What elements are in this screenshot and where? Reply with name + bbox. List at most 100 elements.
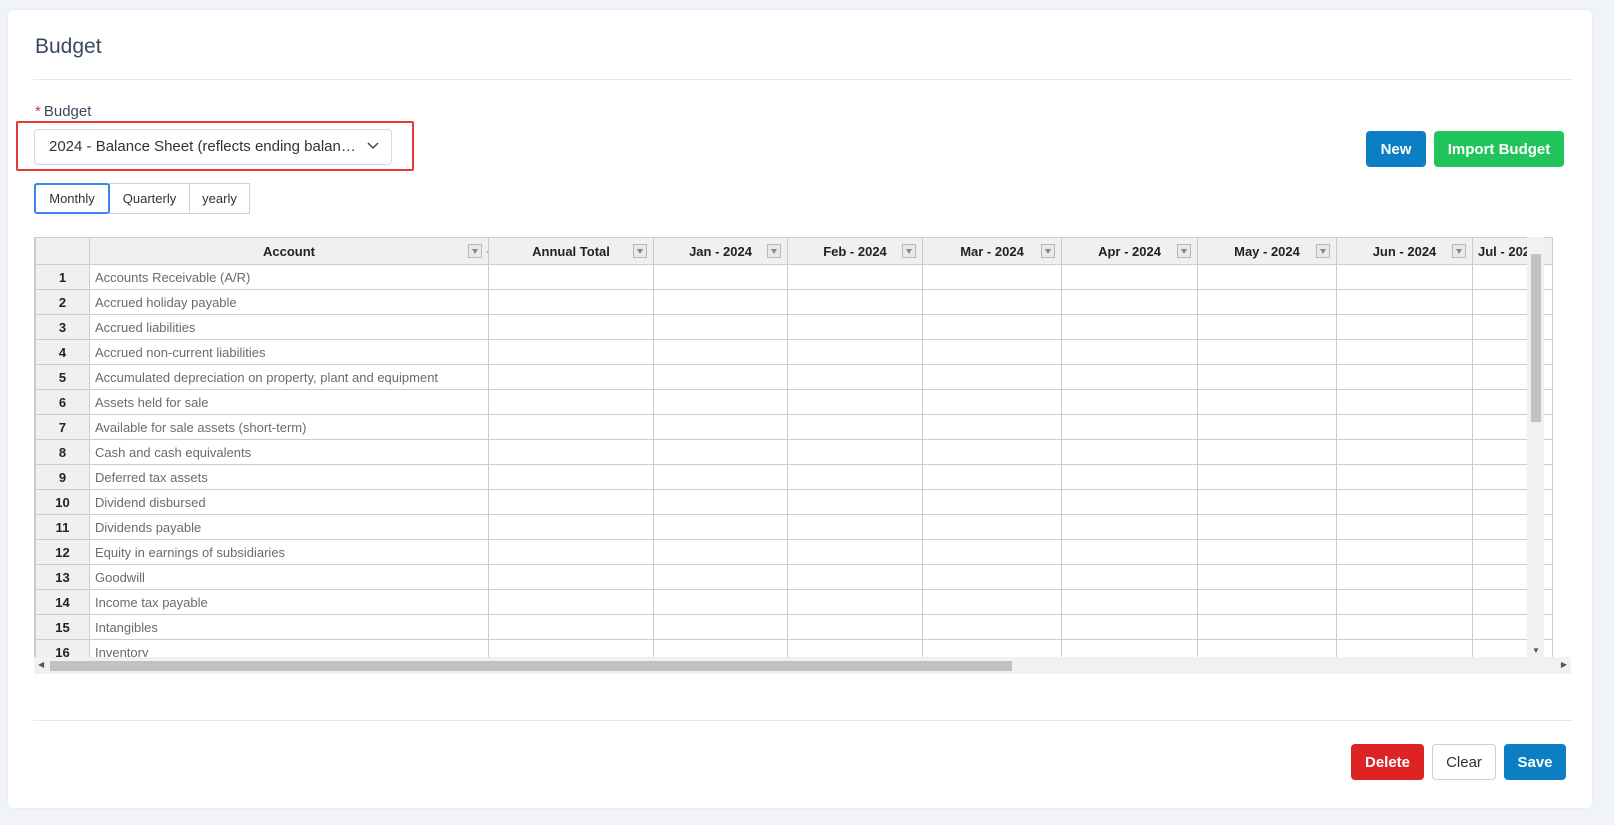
period-monthly-button[interactable]: Monthly (34, 183, 110, 214)
budget-value-cell[interactable] (653, 439, 788, 465)
budget-value-cell[interactable] (653, 514, 788, 540)
column-header-mar[interactable]: Mar - 2024 (922, 237, 1062, 265)
budget-value-cell[interactable] (1336, 339, 1473, 365)
budget-value-cell[interactable] (922, 489, 1062, 515)
budget-value-cell[interactable] (1336, 414, 1473, 440)
budget-value-cell[interactable] (922, 464, 1062, 490)
budget-value-cell[interactable] (1336, 264, 1473, 290)
budget-value-cell[interactable] (787, 539, 923, 565)
scroll-left-arrow-icon[interactable]: ◀ (38, 660, 44, 669)
budget-value-cell[interactable] (1336, 489, 1473, 515)
budget-value-cell[interactable] (488, 614, 654, 640)
budget-value-cell[interactable] (1197, 414, 1337, 440)
scroll-down-arrow-icon[interactable]: ▼ (1532, 646, 1540, 655)
budget-value-cell[interactable] (1197, 464, 1337, 490)
budget-value-cell[interactable] (1061, 614, 1198, 640)
budget-value-cell[interactable] (653, 589, 788, 615)
budget-value-cell[interactable] (787, 489, 923, 515)
budget-value-cell[interactable] (922, 614, 1062, 640)
filter-icon[interactable] (902, 244, 916, 258)
budget-value-cell[interactable] (922, 589, 1062, 615)
account-cell[interactable]: Accumulated depreciation on property, pl… (89, 364, 489, 390)
budget-value-cell[interactable] (787, 289, 923, 315)
delete-button[interactable]: Delete (1351, 744, 1424, 780)
period-quarterly-button[interactable]: Quarterly (109, 183, 190, 214)
column-header-may[interactable]: May - 2024 (1197, 237, 1337, 265)
budget-value-cell[interactable] (1061, 289, 1198, 315)
budget-value-cell[interactable] (787, 589, 923, 615)
budget-value-cell[interactable] (787, 464, 923, 490)
account-cell[interactable]: Accounts Receivable (A/R) (89, 264, 489, 290)
budget-value-cell[interactable] (653, 289, 788, 315)
budget-value-cell[interactable] (488, 289, 654, 315)
budget-value-cell[interactable] (488, 589, 654, 615)
account-cell[interactable]: Income tax payable (89, 589, 489, 615)
budget-value-cell[interactable] (1336, 439, 1473, 465)
filter-icon[interactable] (1452, 244, 1466, 258)
budget-value-cell[interactable] (922, 564, 1062, 590)
budget-value-cell[interactable] (488, 539, 654, 565)
column-header-apr[interactable]: Apr - 2024 (1061, 237, 1198, 265)
budget-value-cell[interactable] (488, 414, 654, 440)
account-cell[interactable]: Dividends payable (89, 514, 489, 540)
budget-value-cell[interactable] (653, 314, 788, 340)
budget-value-cell[interactable] (653, 539, 788, 565)
scroll-right-arrow-icon[interactable]: ▶ (1561, 660, 1567, 669)
budget-value-cell[interactable] (488, 564, 654, 590)
budget-value-cell[interactable] (1197, 289, 1337, 315)
account-cell[interactable]: Dividend disbursed (89, 489, 489, 515)
clear-button[interactable]: Clear (1432, 744, 1496, 780)
budget-value-cell[interactable] (787, 339, 923, 365)
account-cell[interactable]: Equity in earnings of subsidiaries (89, 539, 489, 565)
budget-value-cell[interactable] (922, 389, 1062, 415)
budget-value-cell[interactable] (787, 439, 923, 465)
budget-value-cell[interactable] (653, 264, 788, 290)
budget-value-cell[interactable] (1336, 464, 1473, 490)
budget-value-cell[interactable] (488, 439, 654, 465)
budget-value-cell[interactable] (1061, 439, 1198, 465)
budget-value-cell[interactable] (1061, 339, 1198, 365)
budget-value-cell[interactable] (1061, 414, 1198, 440)
budget-value-cell[interactable] (922, 439, 1062, 465)
budget-value-cell[interactable] (1336, 539, 1473, 565)
budget-value-cell[interactable] (488, 264, 654, 290)
budget-value-cell[interactable] (922, 414, 1062, 440)
budget-value-cell[interactable] (787, 414, 923, 440)
budget-value-cell[interactable] (488, 364, 654, 390)
budget-value-cell[interactable] (787, 614, 923, 640)
budget-value-cell[interactable] (922, 539, 1062, 565)
budget-value-cell[interactable] (922, 339, 1062, 365)
budget-value-cell[interactable] (1336, 364, 1473, 390)
budget-value-cell[interactable] (787, 389, 923, 415)
save-button[interactable]: Save (1504, 744, 1566, 780)
budget-value-cell[interactable] (1197, 614, 1337, 640)
budget-value-cell[interactable] (787, 514, 923, 540)
budget-value-cell[interactable] (1061, 464, 1198, 490)
budget-value-cell[interactable] (488, 489, 654, 515)
budget-value-cell[interactable] (787, 364, 923, 390)
budget-value-cell[interactable] (1336, 514, 1473, 540)
account-cell[interactable]: Intangibles (89, 614, 489, 640)
budget-value-cell[interactable] (1061, 589, 1198, 615)
budget-value-cell[interactable] (922, 289, 1062, 315)
budget-value-cell[interactable] (1336, 614, 1473, 640)
account-cell[interactable]: Goodwill (89, 564, 489, 590)
budget-value-cell[interactable] (488, 339, 654, 365)
budget-value-cell[interactable] (1336, 314, 1473, 340)
budget-value-cell[interactable] (1061, 514, 1198, 540)
period-yearly-button[interactable]: yearly (189, 183, 250, 214)
budget-value-cell[interactable] (1336, 589, 1473, 615)
budget-value-cell[interactable] (488, 514, 654, 540)
budget-value-cell[interactable] (1061, 364, 1198, 390)
budget-select[interactable]: 2024 - Balance Sheet (reflects ending ba… (34, 129, 392, 165)
budget-value-cell[interactable] (1197, 539, 1337, 565)
budget-value-cell[interactable] (1061, 264, 1198, 290)
account-cell[interactable]: Assets held for sale (89, 389, 489, 415)
budget-value-cell[interactable] (653, 564, 788, 590)
budget-value-cell[interactable] (653, 464, 788, 490)
budget-value-cell[interactable] (488, 314, 654, 340)
budget-value-cell[interactable] (488, 464, 654, 490)
grid-vertical-scrollbar[interactable]: ▼ (1527, 237, 1544, 657)
new-budget-button[interactable]: New (1366, 131, 1426, 167)
filter-icon[interactable] (767, 244, 781, 258)
